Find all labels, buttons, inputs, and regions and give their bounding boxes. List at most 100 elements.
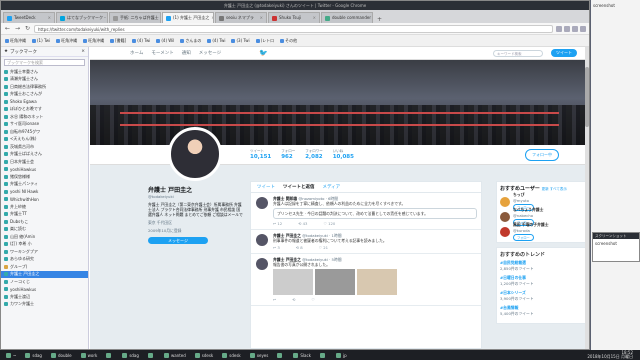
tab-close-icon[interactable]: × <box>48 13 51 23</box>
sidebar-item[interactable]: サイ医司ionase <box>1 121 88 129</box>
tab-3[interactable]: (1) 弁護士 戸田圭之× <box>162 12 214 23</box>
bookmark-item[interactable]: (3) Twi <box>229 38 251 43</box>
timeline-tab[interactable]: メディア <box>323 184 341 190</box>
taskbar-item[interactable]: xeyes <box>247 351 272 360</box>
new-tab-button[interactable]: + <box>374 16 385 23</box>
sidebar-item[interactable]: 水谷 陽和のネット <box>1 113 88 121</box>
taskbar-item[interactable]: work <box>78 351 101 360</box>
taskbar-item[interactable] <box>274 351 287 360</box>
extension-icon[interactable] <box>564 25 570 32</box>
like-icon[interactable]: ♡ <box>311 297 314 302</box>
sidebar-item[interactable]: 弁護士幸重さん <box>1 68 88 76</box>
timeline-tab[interactable]: ツイート <box>257 184 275 190</box>
following-button[interactable]: フォロー中 <box>525 148 559 161</box>
page-scrollbar[interactable] <box>585 47 589 349</box>
screenshot-popup[interactable]: スクリーンショット screenshot <box>592 232 640 262</box>
twitter-nav-item[interactable]: メッセージ <box>199 50 221 56</box>
reply-icon[interactable]: ↩ 12 <box>273 221 282 226</box>
sidebar-item[interactable]: 楽に読む <box>1 226 88 234</box>
bookmark-item[interactable]: (1) Twi <box>30 38 52 43</box>
retweet-icon[interactable]: ⟲ 43 <box>298 221 307 226</box>
timeline-tab[interactable]: ツイートと返信 <box>283 184 315 190</box>
close-icon[interactable]: × <box>81 49 85 54</box>
scrollbar-thumb[interactable] <box>585 67 589 127</box>
tweet-image[interactable] <box>273 269 313 295</box>
taskbar-item[interactable]: jp <box>333 351 350 360</box>
profile-stat[interactable]: いいね 10,085 <box>333 149 354 160</box>
extension-icon[interactable] <box>556 25 562 32</box>
taskbar-clock[interactable]: 18:52 2018年10月15日 月曜日 <box>587 350 637 360</box>
tweet-button[interactable]: ツイート <box>551 49 577 57</box>
trend-item[interactable]: #台風情報 5,400件のツイート <box>500 305 582 317</box>
back-icon[interactable]: ← <box>4 25 11 32</box>
tweet[interactable]: 弁護士 関邦雄 @nozomiyoto · 6時間 弁護人は記録を丁寧に精査し、依… <box>251 193 481 230</box>
trend-item[interactable]: #日曜日の仕事 1,200件のツイート <box>500 275 582 287</box>
twitter-nav-item[interactable]: ホーム <box>130 50 143 56</box>
trend-item[interactable]: #自民党総裁選 2,850件のツイート <box>500 260 582 272</box>
tab-5[interactable]: Shuko Tsuji × <box>268 12 320 23</box>
sidebar-item[interactable]: 清瀬弁護士さん <box>1 76 88 84</box>
bookmark-search-input[interactable]: ブックマークを検索 <box>4 59 85 66</box>
sidebar-item[interactable]: 日商総合法律事務所 <box>1 83 88 91</box>
sidebar-item[interactable]: グループ( <box>1 263 88 271</box>
sidebar-item[interactable]: 弁護士ぱぱえさん <box>1 151 88 159</box>
reload-icon[interactable]: ↻ <box>24 25 31 32</box>
sidebar-item[interactable]: yoshiHawkus <box>1 166 88 174</box>
sidebar-item[interactable]: ぼぼひとお晩です <box>1 106 88 114</box>
tab-close-icon[interactable]: × <box>313 13 316 23</box>
taskbar-item[interactable] <box>145 351 158 360</box>
twitter-nav-item[interactable]: モーメント <box>151 50 173 56</box>
tweet-avatar[interactable] <box>256 197 268 209</box>
tab-6[interactable]: double commander× <box>321 12 373 23</box>
tweet[interactable]: 弁護士 戸田圭之 @todakeiyuki · 5時間 報告書の写真が公開されまし… <box>251 254 481 306</box>
sidebar-item[interactable]: ワーキングプア <box>1 248 88 256</box>
suggested-user-avatar[interactable] <box>500 226 510 237</box>
sidebar-item[interactable]: WhichwithHon <box>1 196 88 204</box>
twitter-search-input[interactable]: キーワード検索 <box>493 49 543 57</box>
taskbar-item[interactable] <box>103 351 116 360</box>
sidebar-item[interactable]: 猪俣悠様様 <box>1 173 88 181</box>
retweet-icon[interactable]: ⟲ <box>292 297 295 302</box>
sidebar-item[interactable]: 弁護士渡辺 <box>1 293 88 301</box>
bookmark-item[interactable]: (レトロ <box>254 38 277 44</box>
follow-button[interactable]: フォロー <box>513 234 534 241</box>
sidebar-item[interactable]: 弁護士 戸田圭之 <box>1 270 88 278</box>
taskbar-item[interactable]: Slack <box>290 351 314 360</box>
sidebar-item[interactable]: 日本弁護士会 <box>1 158 88 166</box>
tab-4[interactable]: seoiu ネマプラ × <box>215 12 267 23</box>
tweet-image[interactable] <box>357 269 397 295</box>
sidebar-item[interactable]: yoshiHawkus <box>1 286 88 294</box>
twitter-logo-icon[interactable]: 🐦 <box>259 49 268 57</box>
menu-icon[interactable] <box>580 25 586 32</box>
retweet-icon[interactable]: ⟲ 8 <box>296 245 303 250</box>
tweet-images[interactable] <box>273 269 477 295</box>
like-icon[interactable]: ♡ 21 <box>319 245 328 250</box>
taskbar-item[interactable]: double <box>48 351 75 360</box>
sidebar-item[interactable]: 弁護士パンティ <box>1 181 88 189</box>
sidebar-item[interactable]: 弁護士TT <box>1 211 88 219</box>
sidebar-item[interactable]: 茨城県古河市 <box>1 143 88 151</box>
sidebar-item[interactable]: あらゆる研究 <box>1 256 88 264</box>
profile-handle[interactable]: @todakeiyuki <box>148 194 243 199</box>
taskbar-item[interactable]: ~ <box>3 351 19 360</box>
tweet-avatar[interactable] <box>256 234 268 246</box>
message-button[interactable]: メッセージ <box>148 237 208 244</box>
taskbar-item[interactable]: sdag <box>119 351 142 360</box>
suggested-user-avatar[interactable] <box>500 196 510 207</box>
suggestions-refresh-link[interactable]: 更新 すべて表示 <box>542 187 567 191</box>
quoted-tweet[interactable]: プリンセス先生 · 今日の話題の判決について、改めて法曹としての責任を感じていま… <box>273 208 477 219</box>
extension-icon[interactable] <box>572 25 578 32</box>
suggested-user-avatar[interactable] <box>500 211 510 222</box>
reply-icon[interactable]: ↩ 3 <box>273 245 280 250</box>
sidebar-item[interactable]: yoshi NI Hawk <box>1 188 88 196</box>
sidebar-item[interactable]: 弁護士おこさんが <box>1 91 88 99</box>
tweet-image[interactable] <box>315 269 355 295</box>
trend-item[interactable]: #日本シリーズ 3,900件のツイート <box>500 290 582 302</box>
profile-stat[interactable]: ツイート 10,151 <box>250 149 271 160</box>
bookmark-item[interactable]: 旺角沖縄 <box>3 38 28 44</box>
bookmark-item[interactable]: (4) Twi <box>130 38 152 43</box>
tab-2[interactable]: 手紙: 二ちゃば弁護士× <box>109 12 161 23</box>
bookmark-item[interactable]: その他 <box>278 38 299 44</box>
sidebar-item[interactable]: 井上紗綾 <box>1 203 88 211</box>
sidebar-item[interactable]: <天えもん(株) <box>1 136 88 144</box>
